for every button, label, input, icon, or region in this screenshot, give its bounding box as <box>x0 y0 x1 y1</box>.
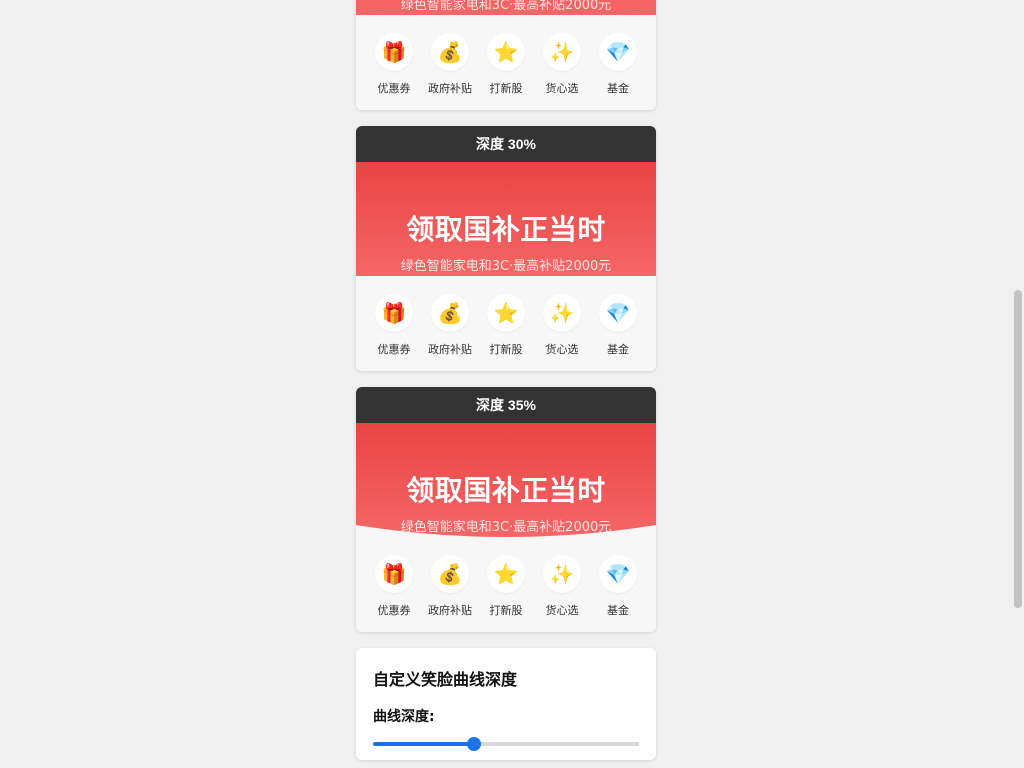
quick-entry-gift[interactable]: 🎁 优惠券 <box>375 294 413 357</box>
gem-icon: 💎 <box>599 33 637 71</box>
quick-entry-label: 政府补贴 <box>428 604 472 617</box>
banner-title: 领取国补正当时 <box>406 213 606 246</box>
quick-entry-label: 优惠券 <box>377 82 411 95</box>
card-depth-header: 深度 35% <box>356 387 656 423</box>
subsidy-banner[interactable]: 领取国补正当时绿色智能家电和3C·最高补贴2000元 <box>356 162 656 276</box>
quick-entry-sparkles[interactable]: ✨ 货心选 <box>543 33 581 96</box>
money-bag-icon: 💰 <box>431 555 469 593</box>
quick-entry-label: 优惠券 <box>377 343 411 356</box>
quick-entry-gem[interactable]: 💎 基金 <box>599 555 637 618</box>
demo-column: 领取国补正当时绿色智能家电和3C·最高补贴2000元🎁优惠券💰政府补贴⭐打新股✨… <box>356 0 656 760</box>
gem-icon: 💎 <box>599 555 637 593</box>
quick-entry-label: 货心选 <box>545 604 579 617</box>
quick-entry-label: 货心选 <box>545 343 579 356</box>
gift-icon: 🎁 <box>375 555 413 593</box>
smile-curve-card: 深度 35% 领取国补正当时 绿色智能家电和3C·最高补贴2000元 🎁 优惠券 💰 政府补… <box>356 387 656 632</box>
banner-title: 领取国补正当时 <box>406 474 606 507</box>
quick-entry-row: 🎁 优惠券 💰 政府补贴 ⭐ 打新股 ✨ 货心选 💎 基金 <box>356 15 656 110</box>
quick-entry-money-bag[interactable]: 💰 政府补贴 <box>428 33 472 96</box>
page-viewport: 领取国补正当时绿色智能家电和3C·最高补贴2000元🎁优惠券💰政府补贴⭐打新股✨… <box>0 0 1012 768</box>
quick-entry-gem[interactable]: 💎 基金 <box>599 294 637 357</box>
sparkles-icon: ✨ <box>543 33 581 71</box>
sparkles-icon: ✨ <box>543 294 581 332</box>
gem-icon: 💎 <box>599 294 637 332</box>
vertical-scrollbar[interactable] <box>1012 0 1024 768</box>
quick-entry-sparkles[interactable]: ✨ 货心选 <box>543 555 581 618</box>
custom-depth-panel: 自定义笑脸曲线深度 曲线深度: <box>356 648 656 760</box>
quick-entry-label: 基金 <box>607 604 629 617</box>
quick-entry-label: 政府补贴 <box>428 343 472 356</box>
quick-entry-row: 🎁 优惠券 💰 政府补贴 ⭐ 打新股 ✨ 货心选 💎 基金 <box>356 537 656 632</box>
banner-subtitle: 绿色智能家电和3C·最高补贴2000元 <box>400 520 612 535</box>
quick-entry-label: 打新股 <box>489 343 523 356</box>
quick-entry-label: 打新股 <box>489 82 523 95</box>
quick-entry-star[interactable]: ⭐ 打新股 <box>487 294 525 357</box>
quick-entry-label: 基金 <box>607 343 629 356</box>
quick-entry-star[interactable]: ⭐ 打新股 <box>487 555 525 618</box>
smile-curve-card: 深度 30% 领取国补正当时 绿色智能家电和3C·最高补贴2000元 🎁 优惠券 💰 政府补… <box>356 126 656 371</box>
gift-icon: 🎁 <box>375 294 413 332</box>
money-bag-icon: 💰 <box>431 294 469 332</box>
quick-entry-sparkles[interactable]: ✨ 货心选 <box>543 294 581 357</box>
slider-thumb[interactable] <box>467 737 482 751</box>
quick-entry-label: 优惠券 <box>377 604 411 617</box>
quick-entry-gift[interactable]: 🎁 优惠券 <box>375 555 413 618</box>
quick-entry-label: 政府补贴 <box>428 82 472 95</box>
slider-fill <box>373 742 475 746</box>
star-icon: ⭐ <box>487 33 525 71</box>
money-bag-icon: 💰 <box>431 33 469 71</box>
quick-entry-label: 货心选 <box>545 82 579 95</box>
quick-entry-label: 基金 <box>607 82 629 95</box>
sparkles-icon: ✨ <box>543 555 581 593</box>
quick-entry-star[interactable]: ⭐ 打新股 <box>487 33 525 96</box>
banner-subtitle: 绿色智能家电和3C·最高补贴2000元 <box>400 0 612 13</box>
scrollbar-thumb[interactable] <box>1014 290 1022 608</box>
quick-entry-money-bag[interactable]: 💰 政府补贴 <box>428 294 472 357</box>
quick-entry-gem[interactable]: 💎 基金 <box>599 33 637 96</box>
star-icon: ⭐ <box>487 555 525 593</box>
gift-icon: 🎁 <box>375 33 413 71</box>
quick-entry-row: 🎁 优惠券 💰 政府补贴 ⭐ 打新股 ✨ 货心选 💎 基金 <box>356 276 656 371</box>
smile-curve-card: 领取国补正当时绿色智能家电和3C·最高补贴2000元 🎁 优惠券 💰 政府补贴 ⭐ 打新股 ✨… <box>356 0 656 110</box>
star-icon: ⭐ <box>487 294 525 332</box>
quick-entry-label: 打新股 <box>489 604 523 617</box>
quick-entry-gift[interactable]: 🎁 优惠券 <box>375 33 413 96</box>
subsidy-banner[interactable]: 领取国补正当时绿色智能家电和3C·最高补贴2000元 <box>356 0 656 15</box>
subsidy-banner[interactable]: 领取国补正当时绿色智能家电和3C·最高补贴2000元 <box>356 423 656 537</box>
depth-slider[interactable] <box>373 736 639 751</box>
slider-label: 曲线深度: <box>373 709 435 725</box>
quick-entry-money-bag[interactable]: 💰 政府补贴 <box>428 555 472 618</box>
banner-subtitle: 绿色智能家电和3C·最高补贴2000元 <box>400 259 612 274</box>
card-depth-header: 深度 30% <box>356 126 656 162</box>
custom-panel-title: 自定义笑脸曲线深度 <box>373 670 518 689</box>
